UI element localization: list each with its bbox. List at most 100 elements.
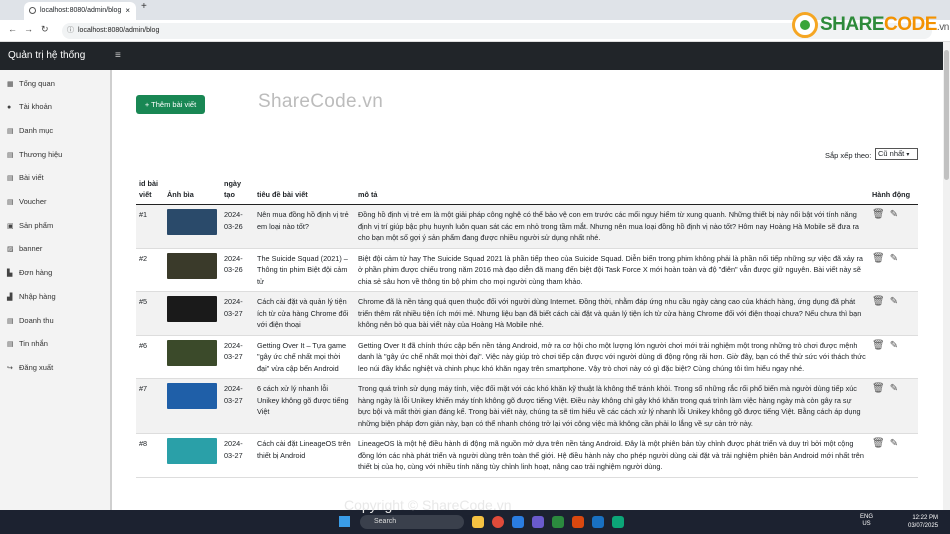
cell-desc: LineageOS là một hệ điều hành di động mã… <box>355 433 869 478</box>
delete-icon[interactable]: 🗑 <box>872 438 885 449</box>
cell-date: 2024-03-26 <box>221 204 254 249</box>
sidebar-item-categories[interactable]: ▤ Danh mục <box>7 126 53 135</box>
sidebar-item-label: Danh mục <box>19 126 54 135</box>
browser-tab-title: localhost:8080/admin/blog <box>40 7 122 14</box>
cell-cover <box>164 335 221 379</box>
watermark-bottom: Copyright © ShareCode.vn <box>344 497 512 513</box>
truck-icon: ▟ <box>7 294 13 301</box>
sidebar-item-revenue[interactable]: ▤ Doanh thu <box>7 316 54 325</box>
app-icon[interactable] <box>552 516 564 528</box>
sidebar-item-orders[interactable]: ▙ Đơn hàng <box>7 268 52 277</box>
file-explorer-icon[interactable] <box>472 516 484 528</box>
sidebar-item-banner[interactable]: ▨ banner <box>7 244 42 253</box>
forward-icon[interactable]: → <box>24 24 33 34</box>
back-icon[interactable]: ← <box>8 24 17 34</box>
delete-icon[interactable]: 🗑 <box>872 253 885 264</box>
main-content: + Thêm bài viết Sắp xếp theo: Cũ nhất ▾ … <box>112 70 943 510</box>
edit-icon[interactable]: ✎ <box>890 438 898 449</box>
sidebar-item-logout[interactable]: ↪ Đăng xuất <box>7 363 53 372</box>
delete-icon[interactable]: 🗑 <box>872 209 885 220</box>
posts-table: id bài viết Ảnh bìa ngày tạo tiêu đề bài… <box>136 176 918 478</box>
col-header-desc: mô tả <box>355 176 869 205</box>
cover-image <box>167 296 217 322</box>
delete-icon[interactable]: 🗑 <box>872 340 885 351</box>
sidebar-item-label: Tổng quan <box>19 79 55 88</box>
edit-icon[interactable]: ✎ <box>890 340 898 351</box>
cell-desc: Getting Over It đã chính thức cập bến nề… <box>355 335 869 379</box>
cell-id: #1 <box>136 204 164 249</box>
app-icon[interactable] <box>612 516 624 528</box>
sidebar-item-voucher[interactable]: ▤ Voucher <box>7 197 47 206</box>
add-post-button[interactable]: + Thêm bài viết <box>136 95 205 114</box>
edit-icon[interactable]: ✎ <box>890 253 898 264</box>
edit-icon[interactable]: ✎ <box>890 296 898 307</box>
app-icon[interactable] <box>532 516 544 528</box>
taskbar-search[interactable]: Search <box>360 515 464 529</box>
cell-title: The Suicide Squad (2021) – Thông tin phi… <box>254 248 355 292</box>
menu-toggle-icon[interactable]: ≡ <box>115 50 121 61</box>
sidebar-item-label: Thương hiệu <box>19 150 63 159</box>
logo-mark-icon <box>792 12 818 38</box>
delete-icon[interactable]: 🗑 <box>872 296 885 307</box>
sidebar-item-label: Đơn hàng <box>19 268 53 277</box>
chevron-down-icon: ▾ <box>906 152 910 158</box>
logout-icon: ↪ <box>7 365 13 372</box>
cell-date: 2024-03-26 <box>221 248 254 292</box>
cell-desc: Biệt đội cảm tử hay The Suicide Squad 20… <box>355 248 869 292</box>
sidebar-item-posts[interactable]: ▤ Bài viết <box>7 173 44 182</box>
table-row: #6 2024-03-27 Getting Over It – Tựa game… <box>136 335 918 379</box>
delete-icon[interactable]: 🗑 <box>872 383 885 394</box>
sidebar-item-messages[interactable]: ▤ Tin nhắn <box>7 339 48 348</box>
page-scrollbar[interactable] <box>943 42 950 510</box>
app-icon[interactable] <box>592 516 604 528</box>
sidebar-item-imports[interactable]: ▟ Nhập hàng <box>7 292 56 301</box>
cart-icon: ▙ <box>7 270 13 277</box>
sidebar-item-products[interactable]: ▣ Sản phẩm <box>7 221 53 230</box>
col-header-actions: Hành động <box>869 176 918 205</box>
sidebar-item-label: Tài khoản <box>19 102 52 111</box>
cell-id: #7 <box>136 378 164 434</box>
windows-start-icon[interactable] <box>339 516 350 527</box>
browser-tab[interactable]: localhost:8080/admin/blog × <box>24 2 136 20</box>
table-row: #7 2024-03-27 6 cách xử lý nhanh lỗi Uni… <box>136 378 918 434</box>
user-icon: ● <box>7 104 12 111</box>
table-icon: ▤ <box>7 199 14 206</box>
globe-icon <box>29 7 36 14</box>
cell-id: #8 <box>136 433 164 478</box>
cell-cover <box>164 291 221 336</box>
sort-select[interactable]: Cũ nhất ▾ <box>875 148 918 160</box>
chrome-icon[interactable] <box>492 516 504 528</box>
app-icon[interactable] <box>512 516 524 528</box>
language-indicator[interactable]: ENG US <box>860 514 873 528</box>
reload-icon[interactable]: ↻ <box>41 24 49 35</box>
table-row: #5 2024-03-27 Cách cài đặt và quản lý ti… <box>136 291 918 336</box>
site-info-icon[interactable]: ⓘ <box>67 23 74 39</box>
brand-title[interactable]: Quản trị hệ thống <box>8 50 85 61</box>
scrollbar-thumb[interactable] <box>944 50 949 180</box>
table-icon: ▤ <box>7 341 14 348</box>
cell-cover <box>164 204 221 249</box>
cover-image <box>167 252 217 279</box>
close-tab-icon[interactable]: × <box>125 2 130 20</box>
sidebar-item-dashboard[interactable]: ▦ Tổng quan <box>7 79 55 88</box>
dashboard-icon: ▦ <box>7 81 14 88</box>
edit-icon[interactable]: ✎ <box>890 209 898 220</box>
cell-desc: Chrome đã là nền tảng quá quen thuộc đối… <box>355 291 869 336</box>
cell-actions: 🗑 ✎ <box>869 291 918 336</box>
table-row: #2 2024-03-26 The Suicide Squad (2021) –… <box>136 248 918 292</box>
cell-date: 2024-03-27 <box>221 378 254 434</box>
edit-icon[interactable]: ✎ <box>890 383 898 394</box>
cell-actions: 🗑 ✎ <box>869 248 918 292</box>
system-clock[interactable]: 12:22 PM 03/07/2025 <box>908 514 938 530</box>
cell-date: 2024-03-27 <box>221 291 254 336</box>
cover-image <box>167 209 217 235</box>
sidebar-item-label: Doanh thu <box>19 316 54 325</box>
table-icon: ▤ <box>7 318 14 325</box>
app-icon[interactable] <box>572 516 584 528</box>
sidebar-item-brands[interactable]: ▤ Thương hiệu <box>7 150 62 159</box>
cell-desc: Đồng hồ định vị trẻ em là một giải pháp … <box>355 204 869 249</box>
cell-id: #5 <box>136 291 164 336</box>
sidebar-item-accounts[interactable]: ● Tài khoản <box>7 102 52 111</box>
image-icon: ▨ <box>7 246 14 253</box>
new-tab-icon[interactable]: + <box>141 1 147 12</box>
